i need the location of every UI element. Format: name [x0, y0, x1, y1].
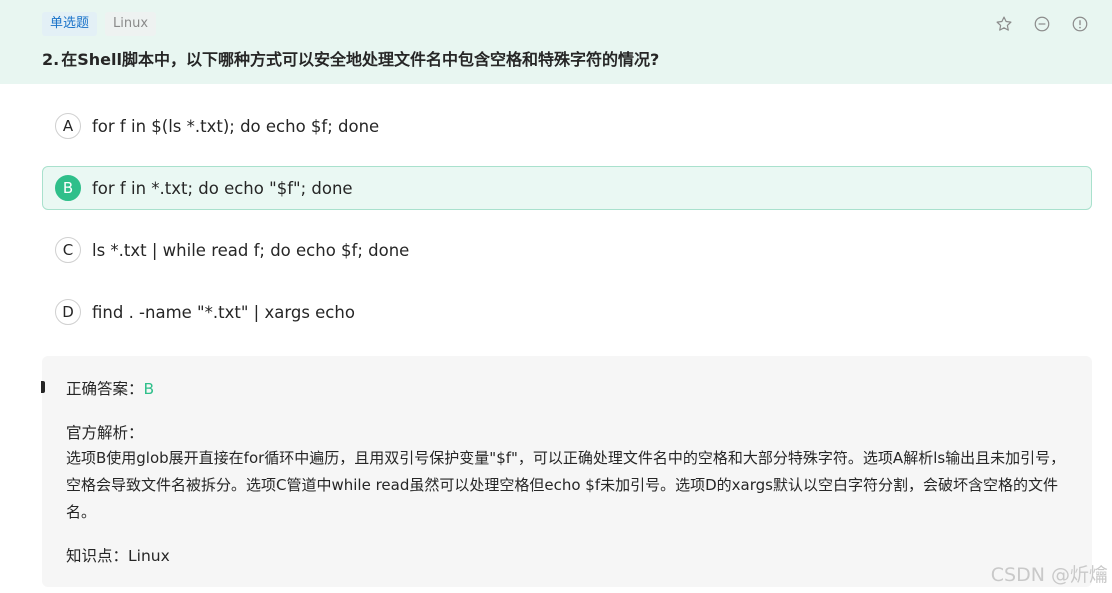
minus-circle-icon[interactable]	[1032, 14, 1052, 34]
option-letter: D	[55, 299, 81, 325]
question-header: 单选题 Linux 2. 在Shell脚本中，以下哪种方式可以安全地处理文件名中包…	[0, 0, 1112, 84]
quiz-page: 单选题 Linux 2. 在Shell脚本中，以下哪种方式可以安全地处理文件名中包…	[0, 0, 1112, 593]
answer-value: B	[143, 380, 155, 398]
explanation-text: 选项B使用glob展开直接在for循环中遍历，且用双引号保护变量"$f"，可以正…	[66, 449, 1066, 521]
header-actions	[994, 14, 1090, 34]
option-text: ls *.txt | while read f; do echo $f; don…	[92, 240, 410, 260]
option-text: for f in *.txt; do echo "$f"; done	[92, 178, 353, 198]
question-number: 2.	[42, 50, 60, 69]
option-a[interactable]: A for f in $(ls *.txt); do echo $f; done	[42, 104, 1092, 148]
option-letter: B	[55, 175, 81, 201]
answer-label: 正确答案：	[66, 380, 144, 398]
knowledge-label: 知识点：	[66, 547, 129, 565]
option-letter: A	[55, 113, 81, 139]
question-text: 在Shell脚本中，以下哪种方式可以安全地处理文件名中包含空格和特殊字符的情况?	[61, 50, 660, 69]
option-letter: C	[55, 237, 81, 263]
analysis-panel: 正确答案：B 官方解析： 选项B使用glob展开直接在for循环中遍历，且用双引…	[41, 356, 1092, 587]
question-type-tag: 单选题	[42, 12, 98, 36]
option-d[interactable]: D find . -name "*.txt" | xargs echo	[42, 290, 1092, 334]
knowledge-point: 知识点：Linux	[66, 544, 170, 566]
watermark: CSDN @炘爚	[990, 564, 1108, 586]
explanation-label: 官方解析：	[66, 424, 144, 442]
section-marker	[41, 381, 45, 393]
options-list: A for f in $(ls *.txt); do echo $f; done…	[42, 104, 1092, 352]
option-c[interactable]: C ls *.txt | while read f; do echo $f; d…	[42, 228, 1092, 272]
option-text: for f in $(ls *.txt); do echo $f; done	[92, 116, 380, 136]
option-b[interactable]: B for f in *.txt; do echo "$f"; done	[42, 166, 1092, 210]
question-title: 2. 在Shell脚本中，以下哪种方式可以安全地处理文件名中包含空格和特殊字符的情…	[42, 46, 659, 70]
info-circle-icon[interactable]	[1070, 14, 1090, 34]
correct-answer: 正确答案：B	[66, 377, 154, 399]
question-tags: 单选题 Linux	[42, 12, 157, 36]
topic-tag: Linux	[105, 12, 157, 36]
knowledge-value: Linux	[128, 547, 170, 565]
option-text: find . -name "*.txt" | xargs echo	[92, 302, 355, 322]
star-icon[interactable]	[994, 14, 1014, 34]
